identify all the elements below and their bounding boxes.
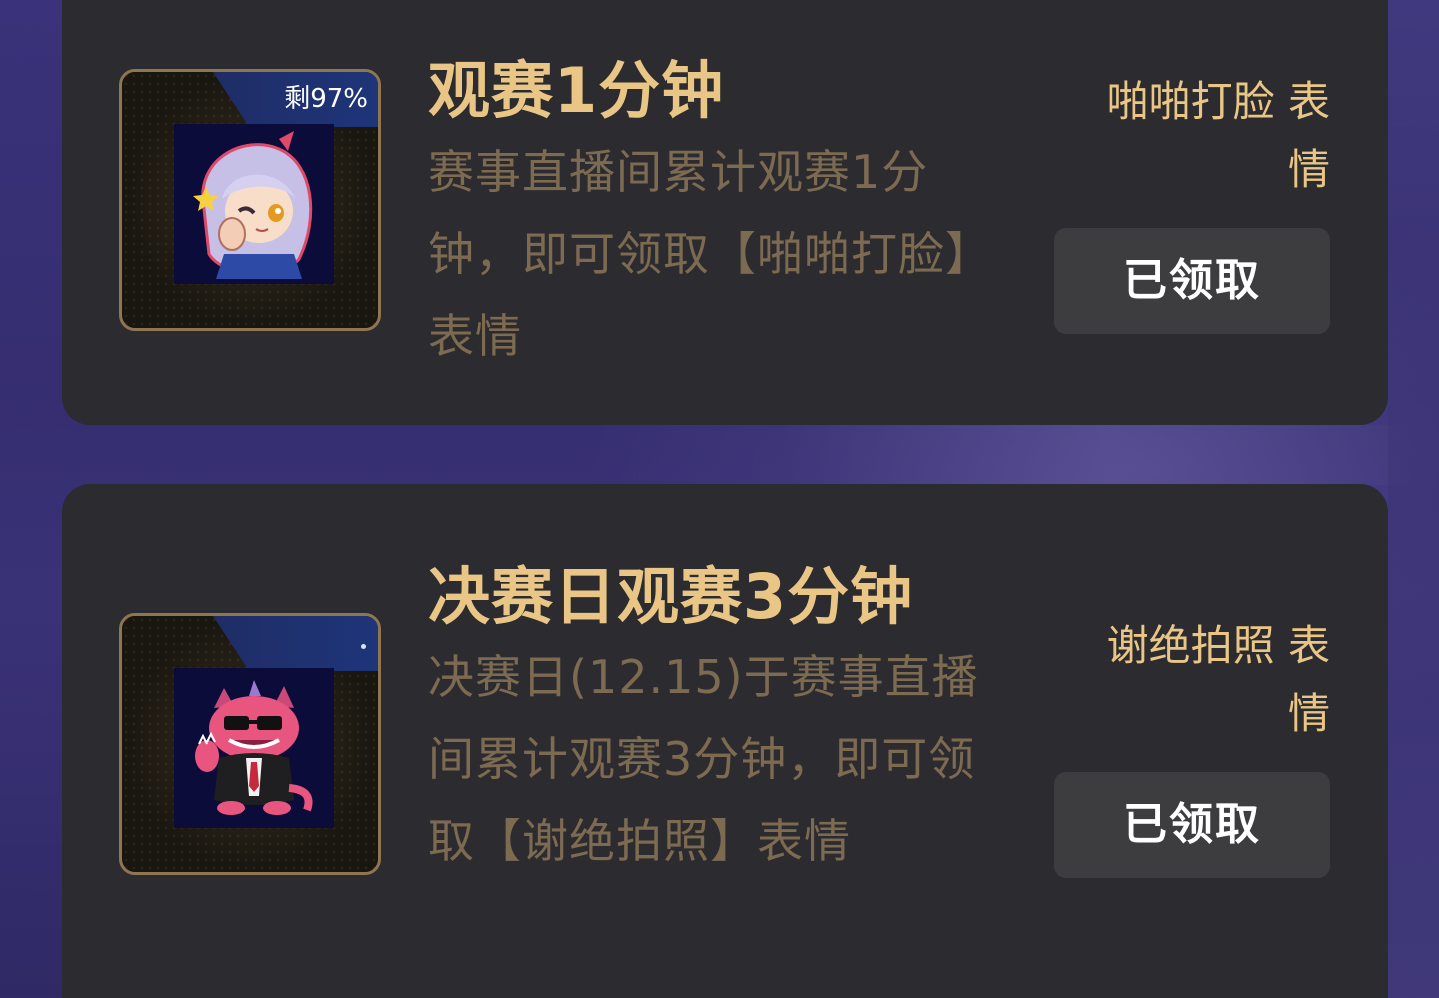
task-title: 决赛日观赛3分钟 [428,560,914,633]
badge-dot [361,644,366,649]
remaining-badge [213,616,378,671]
task-description: 赛事直播间累计观赛1分钟，即可领取【啪啪打脸】表情 [428,145,969,363]
task-card: 决赛日观赛3分钟 决赛日(12.15)于赛事直播间累计观赛3分钟，即可领取【谢绝… [62,484,1388,998]
claimed-button[interactable]: 已领取 [1054,228,1330,334]
reward-thumbnail: 剩97% [119,69,381,331]
claimed-button[interactable]: 已领取 [1054,772,1330,878]
task-description: 决赛日(12.15)于赛事直播间累计观赛3分钟，即可领取【谢绝拍照】表情 [428,650,979,868]
reward-thumbnail [119,613,381,875]
slap-face-emote-icon [174,124,334,284]
task-title: 观赛1分钟 [428,54,725,127]
background-decoration-right [1388,0,1439,998]
background-decoration [780,425,1439,485]
no-photos-emote-icon [174,668,334,828]
remaining-badge: 剩97% [213,72,378,127]
reward-name: 谢绝拍照 表情 [1106,621,1330,738]
reward-name: 啪啪打脸 表情 [1106,77,1330,194]
task-card: 剩97% 观赛1分钟 赛事直播间累计观赛1分钟，即可领取【啪啪打脸】表情 啪啪打… [62,0,1388,425]
